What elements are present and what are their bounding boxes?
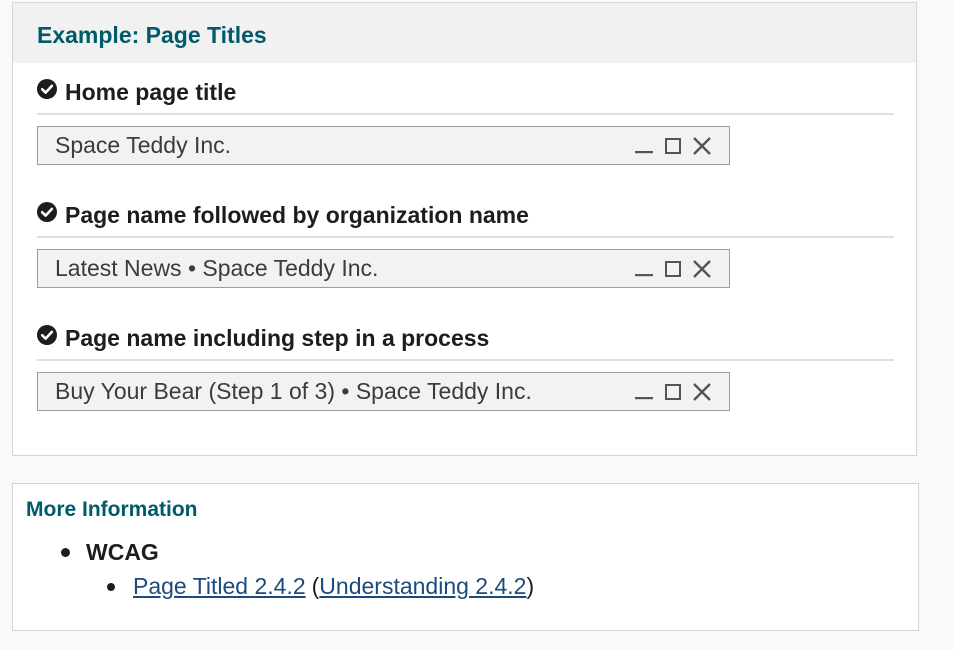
item-title-row: Home page title [37,77,894,115]
window-title-text: Space Teddy Inc. [55,132,232,158]
more-info-heading: More Information [26,498,198,521]
window-controls [634,259,712,279]
close-paren: ) [526,573,535,599]
minimize-icon[interactable] [634,259,654,279]
example-item-process: Page name including step in a process Bu… [37,323,894,411]
item-title: Home page title [65,78,237,105]
window-title-text: Latest News • Space Teddy Inc. [55,255,379,281]
window-titlebar: Space Teddy Inc. [37,126,730,165]
example-header: Example: Page Titles [13,3,916,63]
window-titlebar: Latest News • Space Teddy Inc. [37,249,730,288]
example-item-news: Page name followed by organization name … [37,200,894,288]
item-title-row: Page name including step in a process [37,323,894,361]
maximize-icon[interactable] [663,382,683,402]
list-item: WCAG [61,539,159,566]
check-circle-icon [37,202,57,222]
close-icon[interactable] [692,382,712,402]
window-controls [634,382,712,402]
minimize-icon[interactable] [634,382,654,402]
check-circle-icon [37,79,57,99]
understanding-link[interactable]: Understanding 2.4.2 [319,573,526,600]
wcag-sub-list: Page Titled 2.4.2 ( Understanding 2.4.2 … [107,573,534,600]
wcag-list: WCAG [61,539,159,566]
bullet-icon [61,548,70,557]
more-information-panel: More Information WCAG [12,483,919,631]
bullet-icon [107,582,115,591]
check-circle-icon [37,325,57,345]
close-icon[interactable] [692,259,712,279]
maximize-icon[interactable] [663,136,683,156]
example-item-home: Home page title Space Teddy Inc. [37,77,894,165]
window-titlebar: Buy Your Bear (Step 1 of 3) • Space Tedd… [37,372,730,411]
page-titled-link[interactable]: Page Titled 2.4.2 [133,573,306,600]
window-controls [634,136,712,156]
open-paren: ( [311,573,320,599]
item-title-row: Page name followed by organization name [37,200,894,238]
item-title: Page name including step in a process [65,324,490,351]
list-item: Page Titled 2.4.2 ( Understanding 2.4.2 … [107,573,534,600]
window-title-text: Buy Your Bear (Step 1 of 3) • Space Tedd… [55,378,532,404]
wcag-label: WCAG [86,539,159,565]
close-icon[interactable] [692,136,712,156]
example-page-titles-panel: Example: Page Titles Home page title Spa… [12,2,917,456]
example-heading: Example: Page Titles [37,21,267,48]
minimize-icon[interactable] [634,136,654,156]
maximize-icon[interactable] [663,259,683,279]
item-title: Page name followed by organization name [65,201,529,228]
